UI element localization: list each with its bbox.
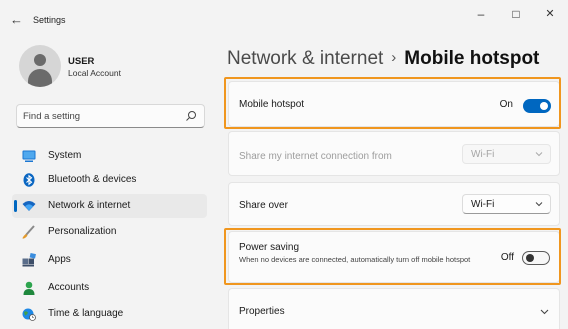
- person-icon: [23, 281, 35, 295]
- properties-card[interactable]: Properties: [228, 288, 560, 329]
- search-placeholder[interactable]: Find a setting: [23, 111, 80, 122]
- power-saving-description: When no devices are connected, automatic…: [239, 255, 471, 264]
- share-over-dropdown[interactable]: Wi-Fi: [462, 194, 551, 214]
- avatar-body: [28, 69, 52, 87]
- search-icon[interactable]: [185, 110, 197, 122]
- monitor-icon: [22, 150, 36, 162]
- power-saving-card: Power saving When no devices are connect…: [228, 231, 560, 283]
- chevron-down-icon: [535, 202, 543, 207]
- profile-account-type: Local Account: [68, 68, 121, 78]
- sidebar-item-label: Time & language: [48, 308, 124, 319]
- page-title: Mobile hotspot: [404, 48, 540, 69]
- minimize-icon[interactable]: –: [471, 7, 491, 21]
- title-bar: ← Settings – □ ✕: [0, 0, 568, 40]
- selection-indicator: [14, 200, 17, 212]
- power-saving-state: Off: [500, 252, 514, 263]
- share-from-value: Wi-Fi: [471, 149, 495, 160]
- breadcrumb: Network & internet › Mobile hotspot: [227, 48, 539, 70]
- chevron-down-icon[interactable]: [540, 308, 549, 316]
- sidebar-item-bluetooth[interactable]: Bluetooth & devices: [12, 168, 207, 192]
- properties-label: Properties: [239, 306, 285, 317]
- share-over-card: Share over Wi-Fi: [228, 182, 560, 226]
- avatar-head: [34, 54, 46, 66]
- toggle-knob: [526, 254, 534, 262]
- share-from-label: Share my internet connection from: [239, 151, 392, 162]
- sidebar-item-personalization[interactable]: Personalization: [12, 220, 207, 244]
- sidebar-item-time-language[interactable]: Time & language: [12, 302, 207, 326]
- maximize-icon[interactable]: □: [506, 7, 526, 21]
- sidebar-item-accounts[interactable]: Accounts: [12, 276, 207, 300]
- share-from-card: Share my internet connection from Wi-Fi: [228, 131, 560, 176]
- breadcrumb-parent[interactable]: Network & internet: [227, 48, 383, 69]
- globe-clock-icon: [22, 308, 36, 321]
- brush-icon: [22, 225, 35, 239]
- sidebar-item-label: Accounts: [48, 282, 90, 293]
- share-over-value: Wi-Fi: [471, 199, 495, 210]
- back-arrow-icon[interactable]: ←: [10, 12, 23, 27]
- sidebar-item-label: Apps: [48, 254, 71, 265]
- mobile-hotspot-state: On: [499, 99, 513, 110]
- sidebar-item-label: System: [48, 150, 82, 161]
- power-saving-label: Power saving: [239, 242, 300, 253]
- sidebar-item-label: Network & internet: [48, 200, 131, 211]
- wifi-icon: [22, 201, 36, 211]
- profile-name: USER: [68, 56, 95, 67]
- mobile-hotspot-card: Mobile hotspot On: [228, 81, 560, 127]
- share-over-label: Share over: [239, 200, 288, 211]
- share-from-dropdown[interactable]: Wi-Fi: [462, 144, 551, 164]
- sidebar-item-system[interactable]: System: [12, 144, 207, 168]
- sidebar-item-label: Personalization: [48, 226, 117, 237]
- sidebar-item-apps[interactable]: Apps: [12, 248, 207, 272]
- power-saving-toggle[interactable]: [522, 251, 550, 265]
- sidebar-item-network[interactable]: Network & internet: [12, 194, 207, 218]
- chevron-down-icon: [535, 152, 543, 157]
- search-input[interactable]: Find a setting: [16, 104, 205, 128]
- close-icon[interactable]: ✕: [540, 7, 560, 20]
- window-title: Settings: [33, 15, 66, 25]
- mobile-hotspot-label: Mobile hotspot: [239, 99, 305, 110]
- sidebar-item-label: Bluetooth & devices: [48, 174, 137, 185]
- toggle-knob: [540, 102, 548, 110]
- apps-icon: [22, 253, 36, 267]
- sidebar: USER Local Account Find a setting System…: [0, 40, 215, 329]
- avatar[interactable]: [19, 45, 61, 87]
- bluetooth-icon: [23, 173, 35, 187]
- mobile-hotspot-toggle[interactable]: [523, 99, 551, 113]
- breadcrumb-separator-icon: ›: [391, 49, 397, 66]
